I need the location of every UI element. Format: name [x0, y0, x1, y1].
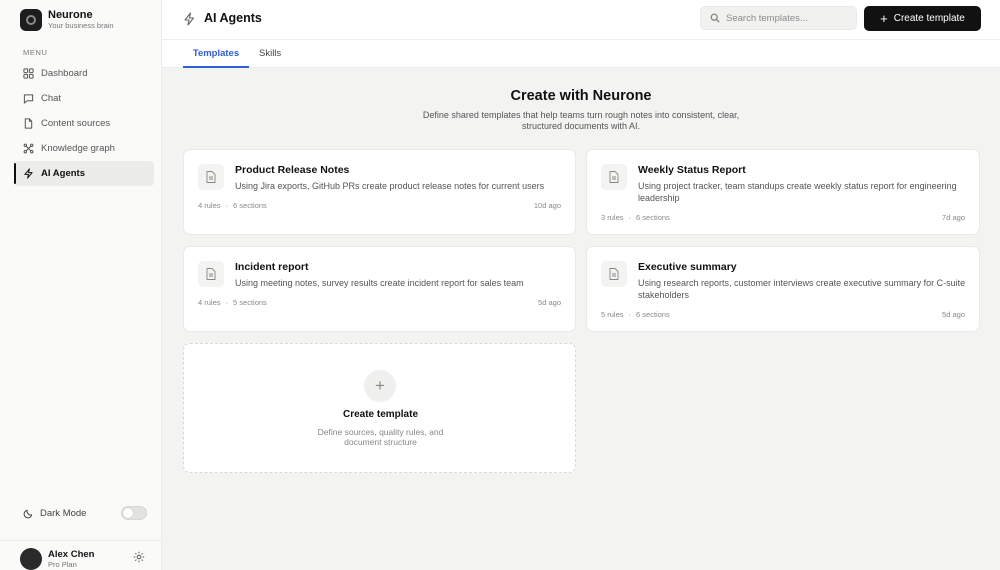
plus-icon: +	[880, 10, 888, 26]
sections-count: 6 sections	[636, 213, 670, 222]
sidebar-item-chat[interactable]: Chat	[14, 86, 154, 111]
brand[interactable]: Neurone Your business brain	[20, 9, 114, 31]
dark-mode-row: Dark Mode	[23, 506, 147, 520]
template-description: Using meeting notes, survey results crea…	[235, 278, 524, 288]
search-icon	[710, 13, 720, 23]
main-content: Create with Neurone Define shared templa…	[162, 68, 1000, 570]
graph-icon	[23, 143, 34, 154]
rules-count: 4 rules	[198, 298, 221, 307]
page-title: AI Agents	[204, 11, 262, 25]
template-description: Using Jira exports, GitHub PRs create pr…	[235, 181, 545, 191]
template-title: Executive summary	[638, 261, 737, 273]
create-template-card-description: Define sources, quality rules, and docum…	[317, 427, 444, 447]
rules-count: 3 rules	[601, 213, 624, 222]
avatar[interactable]	[20, 548, 42, 570]
template-card-incident-report[interactable]: Incident report Using meeting notes, sur…	[183, 246, 576, 332]
template-age: 10d ago	[533, 201, 561, 210]
document-icon	[601, 164, 627, 190]
dark-mode-label: Dark Mode	[40, 507, 87, 519]
search-input[interactable]	[726, 12, 846, 24]
template-age: 7d ago	[942, 213, 965, 222]
template-age: 5d ago	[942, 310, 965, 319]
sidebar-item-label: Dashboard	[41, 68, 88, 79]
sidebar-item-knowledge-graph[interactable]: Knowledge graph	[14, 136, 154, 161]
sidebar: Neurone Your business brain MENU Dashboa…	[0, 0, 162, 570]
template-card-product-release-notes[interactable]: Product Release Notes Using Jira exports…	[183, 149, 576, 235]
user-name: Alex Chen	[48, 549, 95, 560]
tab-bar: Templates Skills	[162, 40, 1000, 68]
hero-subtitle: Define shared templates that help teams …	[422, 110, 740, 131]
dark-mode-toggle[interactable]	[121, 506, 147, 520]
create-template-label: Create template	[893, 13, 965, 24]
sidebar-item-label: Content sources	[41, 118, 111, 129]
bolt-icon	[184, 12, 195, 26]
sections-count: 6 sections	[233, 201, 267, 210]
bolt-icon	[24, 168, 33, 179]
tab-templates[interactable]: Templates	[183, 48, 249, 68]
document-icon	[198, 164, 224, 190]
sidebar-item-label: Knowledge graph	[41, 143, 115, 154]
create-template-card[interactable]: + Create template Define sources, qualit…	[183, 343, 576, 473]
template-age: 5d ago	[538, 298, 561, 307]
sections-count: 6 sections	[636, 310, 670, 319]
sidebar-item-label: AI Agents	[41, 168, 85, 179]
template-title: Incident report	[235, 261, 309, 273]
rules-count: 4 rules	[198, 201, 221, 210]
rules-count: 5 rules	[601, 310, 624, 319]
search-box[interactable]	[700, 6, 857, 30]
template-meta: 3 rules · 6 sections	[601, 213, 670, 222]
brand-name: Neurone	[48, 9, 93, 21]
template-description: Using project tracker, team standups cre…	[638, 181, 957, 203]
sections-count: 5 sections	[233, 298, 267, 307]
sidebar-item-label: Chat	[41, 93, 62, 104]
hero-title: Create with Neurone	[510, 88, 652, 104]
template-meta: 4 rules · 6 sections	[198, 201, 267, 210]
template-meta: 5 rules · 6 sections	[601, 310, 670, 319]
toggle-knob	[123, 508, 133, 518]
user-plan: Pro Plan	[48, 560, 77, 569]
template-meta: 4 rules · 5 sections	[198, 298, 267, 307]
brand-tagline: Your business brain	[48, 21, 114, 30]
template-card-executive-summary[interactable]: Executive summary Using research reports…	[586, 246, 980, 332]
moon-icon	[23, 509, 33, 518]
grid-icon	[23, 68, 34, 79]
sidebar-nav: Dashboard Chat Content sources Knowledge…	[14, 61, 154, 186]
document-icon	[601, 261, 627, 287]
sidebar-item-content-sources[interactable]: Content sources	[14, 111, 154, 136]
plus-icon: +	[364, 370, 396, 402]
template-title: Weekly Status Report	[638, 164, 746, 176]
create-template-card-title: Create template	[342, 409, 419, 420]
menu-label: MENU	[23, 48, 48, 57]
top-header: AI Agents + Create template	[162, 0, 1000, 40]
create-template-button[interactable]: + Create template	[864, 6, 981, 31]
template-card-weekly-status-report[interactable]: Weekly Status Report Using project track…	[586, 149, 980, 235]
template-title: Product Release Notes	[235, 164, 350, 176]
template-description: Using research reports, customer intervi…	[638, 278, 966, 300]
user-bar: Alex Chen Pro Plan	[0, 540, 162, 570]
gear-icon[interactable]	[133, 551, 145, 563]
sidebar-item-ai-agents[interactable]: AI Agents	[14, 161, 154, 186]
sidebar-item-dashboard[interactable]: Dashboard	[14, 61, 154, 86]
brand-logo-icon	[20, 9, 42, 31]
chat-icon	[23, 94, 34, 104]
document-icon	[198, 261, 224, 287]
tab-skills[interactable]: Skills	[259, 48, 281, 68]
file-icon	[24, 118, 33, 129]
